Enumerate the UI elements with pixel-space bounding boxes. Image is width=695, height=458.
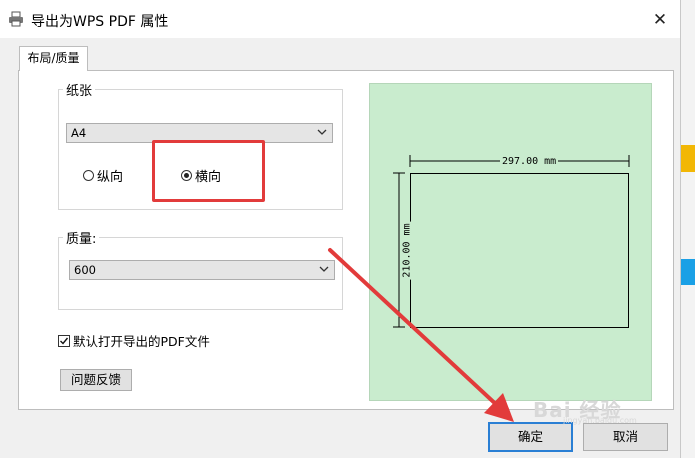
red-arrow [328,248,514,422]
tab-layout-quality[interactable]: 布局/质量 [19,46,88,71]
tab-label: 布局/质量 [27,51,80,65]
pdf-properties-dialog: 导出为WPS PDF 属性 ✕ 布局/质量 纸张 A4 纵向 横向 质量: 60… [0,0,681,458]
